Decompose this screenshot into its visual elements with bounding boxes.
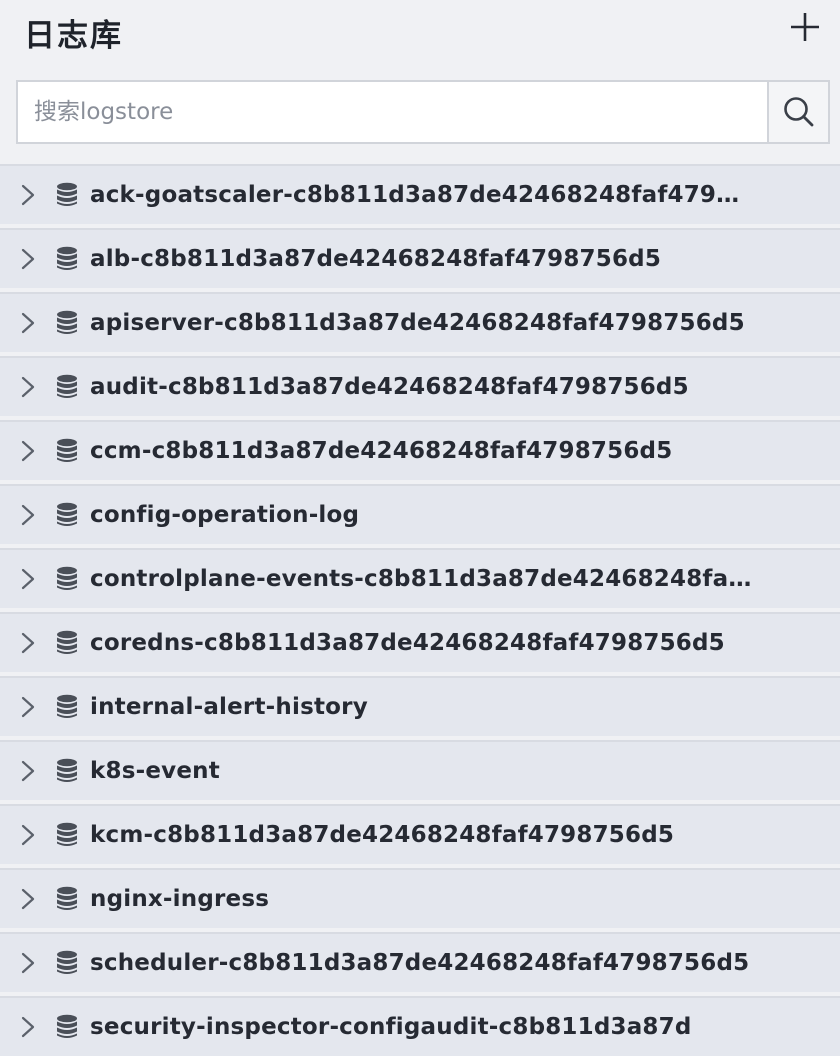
logstore-item[interactable]: alb-c8b811d3a87de42468248faf4798756d5 — [0, 228, 840, 288]
logstore-item[interactable]: config-operation-log — [0, 484, 840, 544]
logstore-item[interactable]: k8s-event — [0, 740, 840, 800]
logstore-panel: 日志库 ack-goatscal — [0, 0, 840, 1056]
logstore-name: scheduler-c8b811d3a87de42468248faf479875… — [90, 950, 750, 976]
logstore-name: kcm-c8b811d3a87de42468248faf4798756d5 — [90, 822, 675, 848]
search-bar — [16, 80, 830, 144]
chevron-right-icon[interactable] — [18, 1013, 38, 1041]
logstore-item[interactable]: ack-goatscaler-c8b811d3a87de42468248faf4… — [0, 164, 840, 224]
add-logstore-button[interactable] — [786, 8, 824, 46]
logstore-name: ccm-c8b811d3a87de42468248faf4798756d5 — [90, 438, 673, 464]
chevron-right-icon[interactable] — [18, 629, 38, 657]
logstore-item[interactable]: controlplane-events-c8b811d3a87de4246824… — [0, 548, 840, 608]
chevron-right-icon[interactable] — [18, 373, 38, 401]
logstore-item[interactable]: security-inspector-configaudit-c8b811d3a… — [0, 996, 840, 1056]
database-icon — [56, 822, 78, 848]
page-title: 日志库 — [24, 18, 123, 54]
chevron-right-icon[interactable] — [18, 565, 38, 593]
logstore-item[interactable]: nginx-ingress — [0, 868, 840, 928]
logstore-name: ack-goatscaler-c8b811d3a87de42468248faf4… — [90, 182, 754, 208]
logstore-name: alb-c8b811d3a87de42468248faf4798756d5 — [90, 246, 662, 272]
logstore-name: apiserver-c8b811d3a87de42468248faf479875… — [90, 310, 745, 336]
logstore-name: coredns-c8b811d3a87de42468248faf4798756d… — [90, 630, 725, 656]
logstore-name: internal-alert-history — [90, 694, 368, 720]
chevron-right-icon[interactable] — [18, 309, 38, 337]
search-input[interactable] — [16, 80, 767, 144]
chevron-right-icon[interactable] — [18, 501, 38, 529]
logstore-name: audit-c8b811d3a87de42468248faf4798756d5 — [90, 374, 689, 400]
chevron-right-icon[interactable] — [18, 757, 38, 785]
logstore-list: ack-goatscaler-c8b811d3a87de42468248faf4… — [0, 164, 840, 1056]
database-icon — [56, 438, 78, 464]
plus-icon — [791, 13, 819, 41]
database-icon — [56, 310, 78, 336]
database-icon — [56, 1014, 78, 1040]
chevron-right-icon[interactable] — [18, 949, 38, 977]
logstore-item[interactable]: kcm-c8b811d3a87de42468248faf4798756d5 — [0, 804, 840, 864]
chevron-right-icon[interactable] — [18, 245, 38, 273]
logstore-item[interactable]: coredns-c8b811d3a87de42468248faf4798756d… — [0, 612, 840, 672]
database-icon — [56, 502, 78, 528]
database-icon — [56, 374, 78, 400]
chevron-right-icon[interactable] — [18, 181, 38, 209]
chevron-right-icon[interactable] — [18, 437, 38, 465]
logstore-item[interactable]: scheduler-c8b811d3a87de42468248faf479875… — [0, 932, 840, 992]
database-icon — [56, 758, 78, 784]
logstore-name: security-inspector-configaudit-c8b811d3a… — [90, 1014, 692, 1040]
logstore-item[interactable]: internal-alert-history — [0, 676, 840, 736]
logstore-name: nginx-ingress — [90, 886, 270, 912]
database-icon — [56, 246, 78, 272]
logstore-item[interactable]: audit-c8b811d3a87de42468248faf4798756d5 — [0, 356, 840, 416]
search-button[interactable] — [767, 80, 830, 144]
logstore-name: config-operation-log — [90, 502, 360, 528]
chevron-right-icon[interactable] — [18, 693, 38, 721]
panel-header: 日志库 — [0, 0, 840, 66]
chevron-right-icon[interactable] — [18, 885, 38, 913]
logstore-item[interactable]: apiserver-c8b811d3a87de42468248faf479875… — [0, 292, 840, 352]
logstore-name: k8s-event — [90, 758, 220, 784]
database-icon — [56, 630, 78, 656]
chevron-right-icon[interactable] — [18, 821, 38, 849]
database-icon — [56, 950, 78, 976]
search-icon — [783, 97, 813, 127]
database-icon — [56, 886, 78, 912]
database-icon — [56, 694, 78, 720]
logstore-item[interactable]: ccm-c8b811d3a87de42468248faf4798756d5 — [0, 420, 840, 480]
database-icon — [56, 182, 78, 208]
database-icon — [56, 566, 78, 592]
logstore-name: controlplane-events-c8b811d3a87de4246824… — [90, 566, 754, 592]
